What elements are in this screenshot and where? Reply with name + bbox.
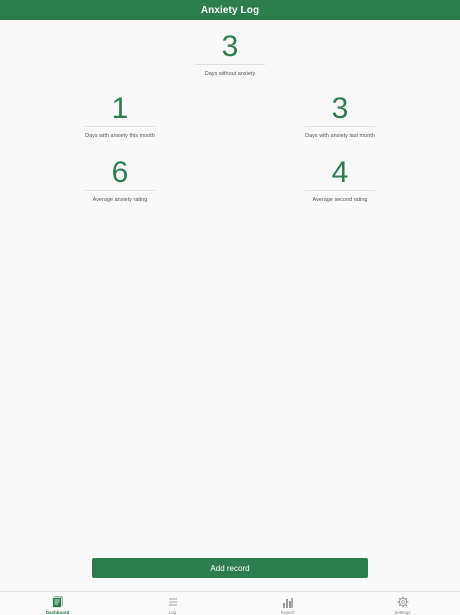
stat-value: 4 xyxy=(331,156,349,189)
bar-chart-icon xyxy=(248,596,328,608)
stat-value: 3 xyxy=(221,30,239,63)
stat-days-last-month: 3 Days with anxiety last month xyxy=(280,93,400,139)
stat-average-second-rating: 4 Average second rating xyxy=(280,157,400,203)
stat-label: Days without anxiety xyxy=(204,71,256,77)
tab-report[interactable]: Report xyxy=(248,592,328,615)
stat-value: 6 xyxy=(111,156,129,189)
add-record-button[interactable]: Add record xyxy=(92,558,368,578)
stat-average-anxiety-rating: 6 Average anxiety rating xyxy=(60,157,180,203)
tab-log[interactable]: Log xyxy=(133,592,213,615)
tab-settings[interactable]: Settings xyxy=(363,592,443,615)
divider xyxy=(305,126,375,127)
dashboard-icon xyxy=(18,596,98,608)
bottom-tab-bar: Dashboard Log Report Settings xyxy=(0,591,460,615)
divider xyxy=(85,190,155,191)
stat-value: 1 xyxy=(111,92,129,125)
tab-label: Dashboard xyxy=(45,610,70,615)
stat-label: Average second rating xyxy=(312,197,368,203)
page-title: Anxiety Log xyxy=(200,4,260,16)
app-header: Anxiety Log xyxy=(0,0,460,20)
divider xyxy=(85,126,155,127)
stat-label: Days with anxiety this month xyxy=(85,133,155,139)
divider xyxy=(305,190,375,191)
tab-label: Log xyxy=(168,610,177,615)
stat-days-without-anxiety: 3 Days without anxiety xyxy=(170,31,290,77)
list-icon xyxy=(133,596,213,608)
tab-dashboard[interactable]: Dashboard xyxy=(18,592,98,615)
stat-label: Average anxiety rating xyxy=(92,197,148,203)
stat-label: Days with anxiety last month xyxy=(305,133,375,139)
stat-value: 3 xyxy=(331,92,349,125)
tab-label: Report xyxy=(280,610,295,615)
gear-icon xyxy=(363,596,443,608)
tab-label: Settings xyxy=(394,610,411,615)
divider xyxy=(195,64,265,65)
stat-days-this-month: 1 Days with anxiety this month xyxy=(60,93,180,139)
